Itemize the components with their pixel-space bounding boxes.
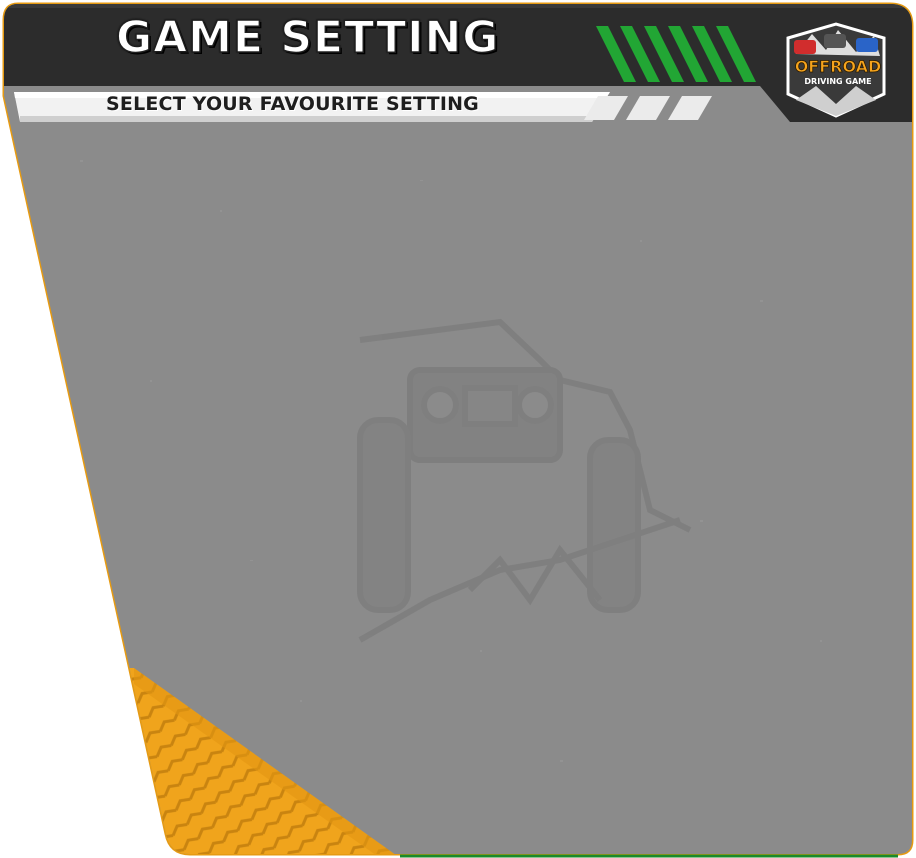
logo-subtitle: DRIVING GAME xyxy=(804,77,872,86)
game-setting-screen: GAME SETTING SELECT YOUR FAVOURITE SETTI… xyxy=(0,0,916,858)
settings-panel xyxy=(2,2,914,858)
page-subtitle: SELECT YOUR FAVOURITE SETTING xyxy=(106,93,479,115)
page-title: GAME SETTING xyxy=(115,12,500,63)
ribbon-chips-decoration xyxy=(584,96,712,120)
logo-title: OFFROAD xyxy=(794,57,882,76)
